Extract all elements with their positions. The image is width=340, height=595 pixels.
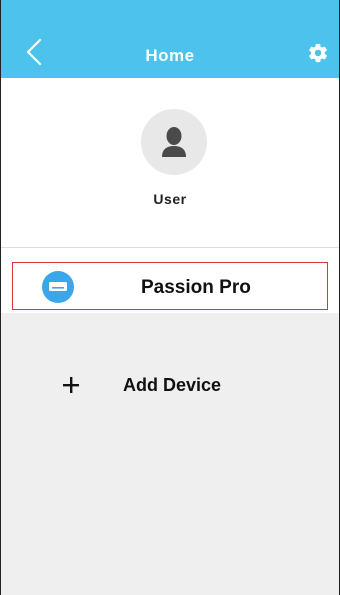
settings-button[interactable]: [307, 42, 329, 64]
user-profile: User: [1, 78, 339, 248]
add-device-label: Add Device: [123, 375, 222, 395]
air-conditioner-icon: [42, 271, 74, 303]
plus-icon: [61, 375, 81, 395]
header-bar: Home: [1, 0, 339, 78]
device-name: Passion Pro: [141, 277, 251, 298]
user-name: User: [153, 191, 187, 207]
divider: [1, 247, 339, 248]
user-icon: [162, 127, 186, 157]
avatar[interactable]: [141, 109, 207, 175]
device-list-area: Add Device: [1, 313, 339, 595]
app-screen: Home User Passion Pro Add Device: [0, 0, 340, 595]
page-title: Home: [145, 46, 195, 65]
gear-icon: [309, 43, 327, 63]
device-item-passion-pro[interactable]: Passion Pro: [12, 262, 328, 310]
add-device-button[interactable]: Add Device: [61, 371, 261, 401]
